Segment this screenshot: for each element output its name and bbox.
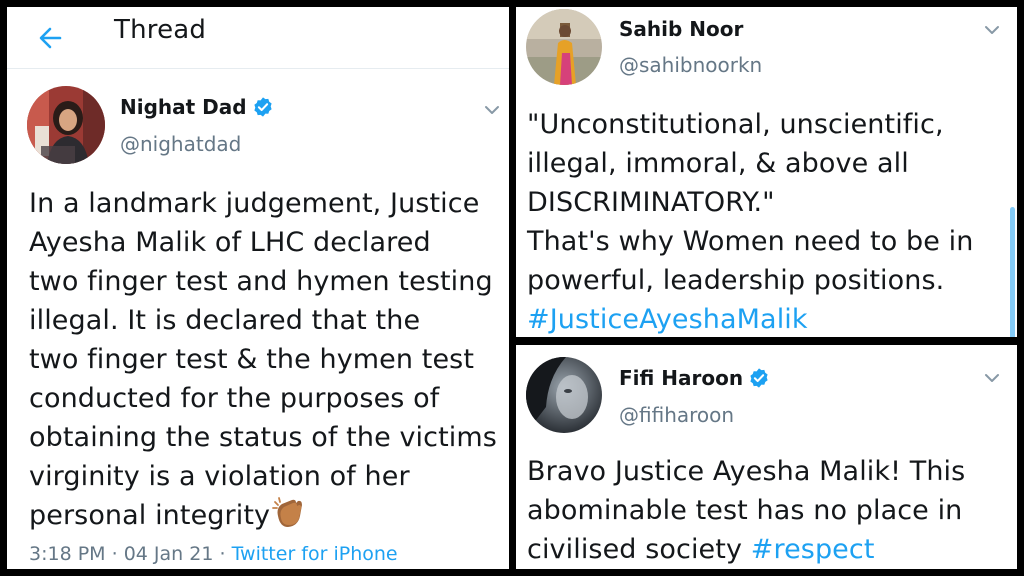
page-title: Thread [114, 15, 207, 45]
tweet-meta: 3:18 PM · 04 Jan 21 · Twitter for iPhone [29, 543, 398, 565]
tweet-text: Bravo Justice Ayesha Malik! This abomina… [527, 452, 965, 569]
hashtag-link[interactable]: #respect [751, 534, 875, 565]
tweet-line: two finger test & the hymen test [29, 344, 475, 375]
tweet-line: illegal, immoral, & above all [527, 148, 909, 179]
tweet-line: DISCRIMINATORY." [527, 187, 775, 218]
reply-panel-fifi: Fifi Haroon @fifiharoon Bravo Justice Ay… [516, 345, 1017, 569]
tweet-line-last: civilised society #respect [527, 530, 965, 569]
arrow-left-icon[interactable] [33, 20, 69, 56]
tweet-line: Bravo Justice Ayesha Malik! This [527, 456, 966, 487]
tweet-line: two finger test and hymen testing [29, 266, 493, 297]
scrollbar[interactable] [1010, 207, 1015, 337]
author-name-row: Sahib Noor [619, 17, 743, 41]
clapping-hands-icon [272, 497, 303, 527]
author-handle[interactable]: @fifiharoon [619, 403, 734, 427]
avatar[interactable] [27, 86, 105, 164]
tweet-line: civilised society [527, 534, 743, 565]
reply-panel-sahib: Sahib Noor @sahibnoorkn "Unconstitutiona… [516, 7, 1017, 337]
tweet-text: In a landmark judgement, Justice Ayesha … [29, 184, 497, 535]
author-name-row: Nighat Dad [120, 95, 274, 119]
tweet-source-link[interactable]: Twitter for iPhone [232, 543, 398, 565]
hashtag-link[interactable]: #JusticeAyeshaMalik [527, 300, 974, 337]
tweet-line: powerful, leadership positions. [527, 265, 945, 296]
thread-panel: Thread Nighat Dad @nighatdad In a landma… [7, 7, 509, 569]
tweet-line: illegal. It is declared that the [29, 305, 421, 336]
author-handle[interactable]: @sahibnoorkn [619, 53, 762, 77]
chevron-down-icon[interactable] [481, 99, 503, 121]
tweet-line: Ayesha Malik of LHC declared [29, 227, 431, 258]
tweet-line: personal integrity [29, 500, 271, 531]
author-handle[interactable]: @nighatdad [120, 132, 241, 156]
avatar[interactable] [526, 9, 602, 85]
chevron-down-icon[interactable] [981, 19, 1003, 41]
meta-separator: · [111, 543, 124, 565]
author-name-row: Fifi Haroon [619, 366, 770, 390]
tweet-line: virginity is a violation of her [29, 461, 410, 492]
tweet-text: "Unconstitutional, unscientific, illegal… [527, 105, 974, 337]
author-name[interactable]: Fifi Haroon [619, 366, 743, 390]
tweet-line: In a landmark judgement, Justice [29, 188, 480, 219]
tweet-line: abominable test has no place in [527, 495, 963, 526]
author-name[interactable]: Nighat Dad [120, 95, 247, 119]
tweet-line: obtaining the status of the victims [29, 422, 497, 453]
tweet-line: "Unconstitutional, unscientific, [527, 109, 944, 140]
author-name[interactable]: Sahib Noor [619, 17, 743, 41]
meta-separator: · [219, 543, 232, 565]
verified-badge-icon [253, 97, 272, 117]
chevron-down-icon[interactable] [981, 367, 1003, 389]
tweet-date[interactable]: 04 Jan 21 [124, 543, 214, 565]
tweet-line: conducted for the purposes of [29, 383, 440, 414]
tweet-time[interactable]: 3:18 PM [29, 543, 106, 565]
tweet-line: That's why Women need to be in [527, 226, 974, 257]
verified-badge-icon [750, 368, 768, 388]
tweet-line-last: personal integrity [29, 496, 497, 535]
thread-header: Thread [7, 7, 509, 69]
avatar[interactable] [526, 357, 602, 433]
